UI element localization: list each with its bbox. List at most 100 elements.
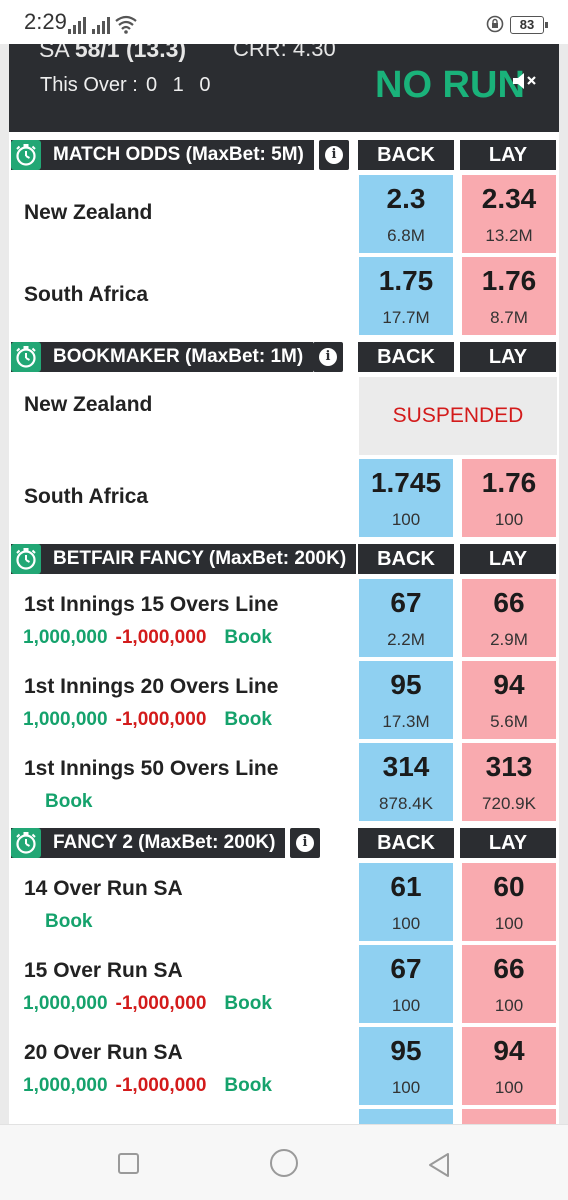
back-odds-cell[interactable]: 67 2.2M [359,579,453,657]
suspended-label: SUSPENDED [359,377,557,455]
back-price: 67 [390,953,422,984]
runner-name: South Africa [24,283,149,306]
back-price: 1.75 [378,265,434,296]
back-size: 100 [391,996,421,1015]
lay-odds-cell[interactable]: 66 2.9M [462,579,556,657]
lay-odds-cell[interactable]: 66 100 [462,945,556,1023]
stopwatch-icon [11,828,41,858]
back-odds-cell[interactable]: 95 17.3M [359,661,453,739]
lay-price: 2.34 [481,183,537,214]
profit-loss: 1,000,000 -1,000,000 Book [23,1075,272,1097]
market-row: South Africa 1.745 100 1.76 100 [9,459,559,541]
score-line: SA 58/1 (13.3) [39,44,186,63]
book-link[interactable]: Book [224,627,272,648]
home-button[interactable] [270,1149,298,1177]
back-odds-cell[interactable]: 95 100 [359,1027,453,1105]
scorecard: SA 58/1 (13.3) CRR: 4.30 This Over : 0 1… [9,44,559,132]
back-price: 95 [390,669,422,700]
team-name: SA [39,44,69,62]
lay-price: 66 [493,587,525,618]
market-row: New Zealand 2.3 6.8M 2.34 13.2M [9,175,559,257]
profit-value: 1,000,000 [23,709,108,730]
back-size: 100 [391,510,421,529]
lay-size: 720.9K [482,794,536,813]
lay-price: 66 [493,953,525,984]
profit-value: 1,000,000 [23,993,108,1014]
lay-odds-cell[interactable]: 94 5.6M [462,661,556,739]
runner-name: 1st Innings 50 Overs Line [24,757,279,780]
back-odds-cell[interactable]: 314 878.4K [359,743,453,821]
book-link[interactable]: Book [224,1075,272,1096]
back-size: 100 [391,914,421,933]
back-column-header: BACK [358,342,454,372]
back-odds-cell[interactable]: 1.75 17.7M [359,257,453,335]
speaker-mute-icon[interactable] [511,70,537,92]
this-over-label: This Over : [40,74,138,96]
runner-name: 15 Over Run SA [24,959,183,982]
lay-odds-cell[interactable] [462,1109,556,1124]
back-odds-cell[interactable]: 2.3 6.8M [359,175,453,253]
recent-apps-button[interactable] [118,1153,139,1174]
lay-odds-cell[interactable]: 94 100 [462,1027,556,1105]
market-row: 20 Over Run SA 1,000,000 -1,000,000 Book 9… [9,1027,559,1109]
team-score: 58/1 (13.3) [74,44,187,62]
ball-status: NO RUN [375,64,525,106]
market-header: FANCY 2 (MaxBet: 200K) i BACK LAY [9,826,559,860]
lay-odds-cell[interactable]: 1.76 8.7M [462,257,556,335]
back-odds-cell[interactable]: 61 100 [359,863,453,941]
book-link[interactable]: Book [224,993,272,1014]
runner-name: New Zealand [24,393,153,416]
signal-icon [68,14,88,34]
current-run-rate: CRR: 4.30 [233,44,336,61]
profit-loss: 1,000,000 -1,000,000 Book [23,709,272,731]
lay-size: 8.7M [490,308,528,327]
page-margin-right [559,44,568,1124]
runner-name: 1st Innings 20 Overs Line [24,675,279,698]
info-icon[interactable]: i [319,140,349,170]
status-bar: 2:29 83 [0,0,568,44]
this-over-balls: 0 1 0 [146,74,216,96]
back-odds-cell[interactable]: 1.745 100 [359,459,453,537]
wifi-icon [115,15,137,34]
runner-name: South Africa [24,485,149,508]
runner-name: 20 Over Run SA [24,1041,183,1064]
lay-odds-cell[interactable]: 60 100 [462,863,556,941]
lay-size: 100 [494,510,524,529]
back-price: 2.3 [386,183,426,214]
back-odds-cell[interactable] [359,1109,453,1124]
info-icon[interactable]: i [313,342,343,372]
stopwatch-icon [11,140,41,170]
back-price: 95 [390,1035,422,1066]
loss-value: -1,000,000 [115,709,207,730]
profit-loss: 1,000,000 -1,000,000 Book [23,993,272,1015]
market-header: MATCH ODDS (MaxBet: 5M) i BACK LAY [9,138,559,172]
back-triangle-icon[interactable] [426,1151,452,1179]
market-title: BOOKMAKER (MaxBet: 1M) [11,342,314,372]
lay-odds-cell[interactable]: 2.34 13.2M [462,175,556,253]
market-row: 1st Innings 15 Overs Line 1,000,000 -1,00… [9,579,559,661]
battery-indicator: 83 [510,16,548,34]
market-row: South Africa 1.75 17.7M 1.76 8.7M [9,257,559,339]
book-link[interactable]: Book [45,911,93,933]
runner-name: 14 Over Run SA [24,877,183,900]
back-odds-cell[interactable]: 67 100 [359,945,453,1023]
back-price: 1.745 [370,467,442,498]
lay-size: 2.9M [490,630,528,649]
signal-icon [92,14,112,34]
market-title: FANCY 2 (MaxBet: 200K) [11,828,286,858]
profit-value: 1,000,000 [23,1075,108,1096]
lay-odds-cell[interactable]: 1.76 100 [462,459,556,537]
back-column-header: BACK [358,544,454,574]
market-row: 1st Innings 20 Overs Line 1,000,000 -1,00… [9,661,559,743]
info-icon[interactable]: i [290,828,320,858]
lay-price: 94 [493,1035,525,1066]
status-time: 2:29 [24,9,67,34]
book-link[interactable]: Book [224,709,272,730]
lay-odds-cell[interactable]: 313 720.9K [462,743,556,821]
book-link[interactable]: Book [45,791,93,813]
lay-size: 100 [494,1078,524,1097]
lay-size: 5.6M [490,712,528,731]
loss-value: -1,000,000 [115,627,207,648]
back-column-header: BACK [358,828,454,858]
lay-price: 313 [485,751,533,782]
